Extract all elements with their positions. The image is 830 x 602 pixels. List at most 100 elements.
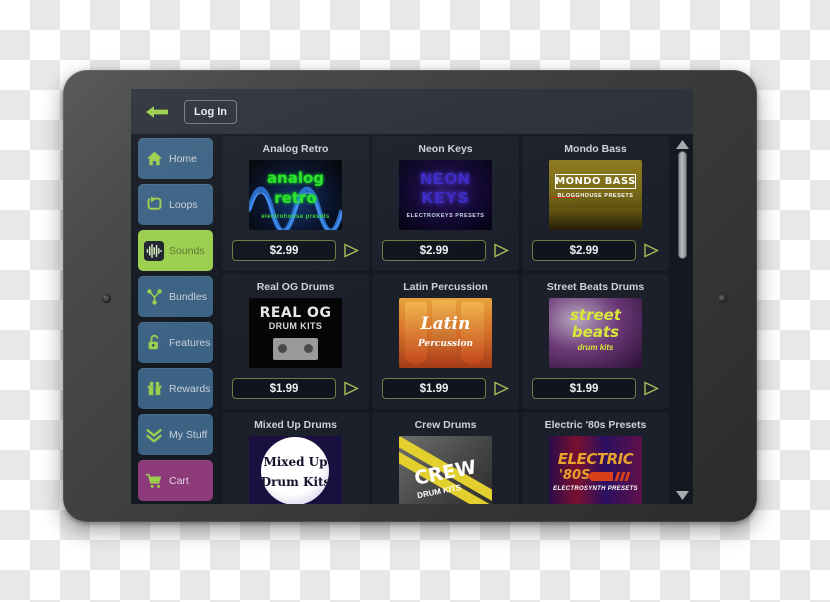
login-button-label: Log In — [194, 105, 227, 118]
product-thumbnail: MONDO BASS BLOGGHOUSE PRESETS — [549, 160, 642, 230]
share-node-icon — [144, 287, 164, 307]
product-thumbnail: NEON KEYS ELECTROKEYS PRESETS — [399, 160, 492, 230]
sidebar-item-bundles[interactable]: Bundles — [138, 276, 213, 317]
play-icon[interactable] — [642, 380, 660, 398]
product-art-line: DRUM KITS — [268, 321, 323, 331]
product-title: Real OG Drums — [256, 281, 335, 293]
product-thumbnail: ELECTRIC '80S ELECTROSYNTH PRESETS — [549, 436, 642, 504]
sidebar-item-loops[interactable]: Loops — [138, 184, 213, 225]
price-button[interactable]: $2.99 — [532, 240, 636, 261]
scrollbar-track[interactable] — [677, 151, 687, 488]
vertical-scrollbar[interactable] — [671, 136, 693, 504]
sidebar-item-label: Loops — [169, 198, 198, 211]
sidebar-item-label: Rewards — [169, 382, 211, 395]
product-art-line: Percussion — [417, 339, 474, 349]
product-card-footer: $2.99 — [522, 230, 669, 271]
product-art-line: drum kits — [577, 343, 614, 352]
price-button[interactable]: $2.99 — [232, 240, 336, 261]
product-grid-area: Analog Retro analog retro electrohouse p… — [219, 134, 693, 504]
product-thumbnail: Latin Percussion — [399, 298, 492, 368]
product-title: Latin Percussion — [403, 281, 488, 293]
arrow-left-icon[interactable] — [144, 103, 170, 121]
sidebar-item-label: Features — [169, 336, 211, 349]
product-card-footer: $1.99 — [222, 368, 369, 409]
product-art-line: street — [569, 306, 621, 324]
gift-icon — [144, 379, 164, 399]
sidebar-item-label: Bundles — [169, 290, 207, 303]
product-card[interactable]: Real OG Drums REAL OG DRUM KITS $1.99 — [222, 274, 369, 409]
product-art-line: NEON — [420, 171, 471, 188]
product-art-line: retro — [274, 189, 317, 207]
product-card-footer: $2.99 — [372, 230, 519, 271]
product-thumbnail: street beats drum kits — [549, 298, 642, 368]
sidebar-item-label: Home — [169, 152, 198, 165]
sidebar-item-cart[interactable]: Cart — [138, 460, 213, 501]
product-card[interactable]: Latin Percussion Latin Percussion $1.99 — [372, 274, 519, 409]
loop-icon — [144, 195, 164, 215]
sidebar-item-label: My Stuff — [169, 428, 208, 441]
product-art-line: KEYS — [421, 190, 470, 207]
product-card[interactable]: Mixed Up Drums Mixed Up Drum Kits — [222, 412, 369, 504]
product-art-line: analog — [266, 169, 325, 187]
product-art-line: electrohouse presets — [261, 214, 330, 220]
app-root: Log In Home Loops Sounds Bundles Feature… — [131, 89, 693, 504]
play-icon[interactable] — [342, 380, 360, 398]
camera-dot-right — [718, 294, 727, 303]
product-title: Electric '80s Presets — [544, 419, 647, 431]
product-card[interactable]: Electric '80s Presets ELECTRIC '80S ELEC… — [522, 412, 669, 504]
sidebar-item-home[interactable]: Home — [138, 138, 213, 179]
tablet-screen: Log In Home Loops Sounds Bundles Feature… — [131, 89, 693, 504]
app-header: Log In — [131, 89, 693, 134]
price-button[interactable]: $1.99 — [532, 378, 636, 399]
product-thumbnail: Mixed Up Drum Kits — [249, 436, 342, 504]
play-icon[interactable] — [342, 242, 360, 260]
product-thumbnail: analog retro electrohouse presets — [249, 160, 342, 230]
sidebar-item-my-stuff[interactable]: My Stuff — [138, 414, 213, 455]
product-art-line: ELECTROSYNTH PRESETS — [553, 486, 638, 492]
home-icon — [144, 149, 164, 169]
product-art-line: REAL OG — [259, 305, 332, 321]
sidebar-item-rewards[interactable]: Rewards — [138, 368, 213, 409]
price-button[interactable]: $1.99 — [382, 378, 486, 399]
unlock-icon — [144, 333, 164, 353]
product-card[interactable]: Crew Drums CREW DRUM KITS — [372, 412, 519, 504]
product-art-line: Drum Kits — [260, 475, 331, 489]
product-card[interactable]: Analog Retro analog retro electrohouse p… — [222, 136, 369, 271]
chevrons-down-icon — [144, 425, 164, 445]
scrollbar-thumb[interactable] — [677, 151, 687, 259]
product-title: Analog Retro — [262, 143, 329, 155]
product-card-footer: $1.99 — [522, 368, 669, 409]
sidebar-item-features[interactable]: Features — [138, 322, 213, 363]
product-art-line: ELECTROKEYS PRESETS — [406, 213, 485, 219]
play-icon[interactable] — [492, 380, 510, 398]
product-title: Mondo Bass — [564, 143, 627, 155]
product-art-line: '80S — [559, 468, 591, 483]
product-card[interactable]: Neon Keys NEON KEYS ELECTROKEYS PRESETS … — [372, 136, 519, 271]
cart-icon — [144, 471, 164, 491]
sidebar-item-label: Sounds — [169, 244, 205, 257]
product-card[interactable]: Mondo Bass MONDO BASS BLOGGHOUSE PRESETS… — [522, 136, 669, 271]
product-art-line: MONDO BASS — [555, 176, 636, 187]
app-body: Home Loops Sounds Bundles Features Rewar… — [131, 134, 693, 504]
product-art-line: Mixed Up — [263, 455, 328, 469]
sidebar-item-label: Cart — [169, 474, 189, 487]
tablet-device: Log In Home Loops Sounds Bundles Feature… — [63, 70, 757, 522]
product-art-line: ELECTRIC — [557, 450, 634, 468]
play-icon[interactable] — [492, 242, 510, 260]
product-card-footer: $2.99 — [222, 230, 369, 271]
price-button[interactable]: $1.99 — [232, 378, 336, 399]
product-title: Street Beats Drums — [546, 281, 645, 293]
login-button[interactable]: Log In — [184, 99, 237, 124]
product-card[interactable]: Street Beats Drums street beats drum kit… — [522, 274, 669, 409]
sidebar-nav: Home Loops Sounds Bundles Features Rewar… — [131, 134, 219, 504]
camera-dot-left — [102, 294, 111, 303]
triangle-down-icon[interactable] — [675, 490, 689, 500]
play-icon[interactable] — [642, 242, 660, 260]
price-button[interactable]: $2.99 — [382, 240, 486, 261]
sidebar-item-sounds[interactable]: Sounds — [138, 230, 213, 271]
triangle-up-icon[interactable] — [675, 139, 689, 149]
product-title: Neon Keys — [418, 143, 473, 155]
product-art-line: Latin — [420, 314, 471, 334]
waveform-icon — [144, 240, 164, 261]
product-card-footer: $1.99 — [372, 368, 519, 409]
